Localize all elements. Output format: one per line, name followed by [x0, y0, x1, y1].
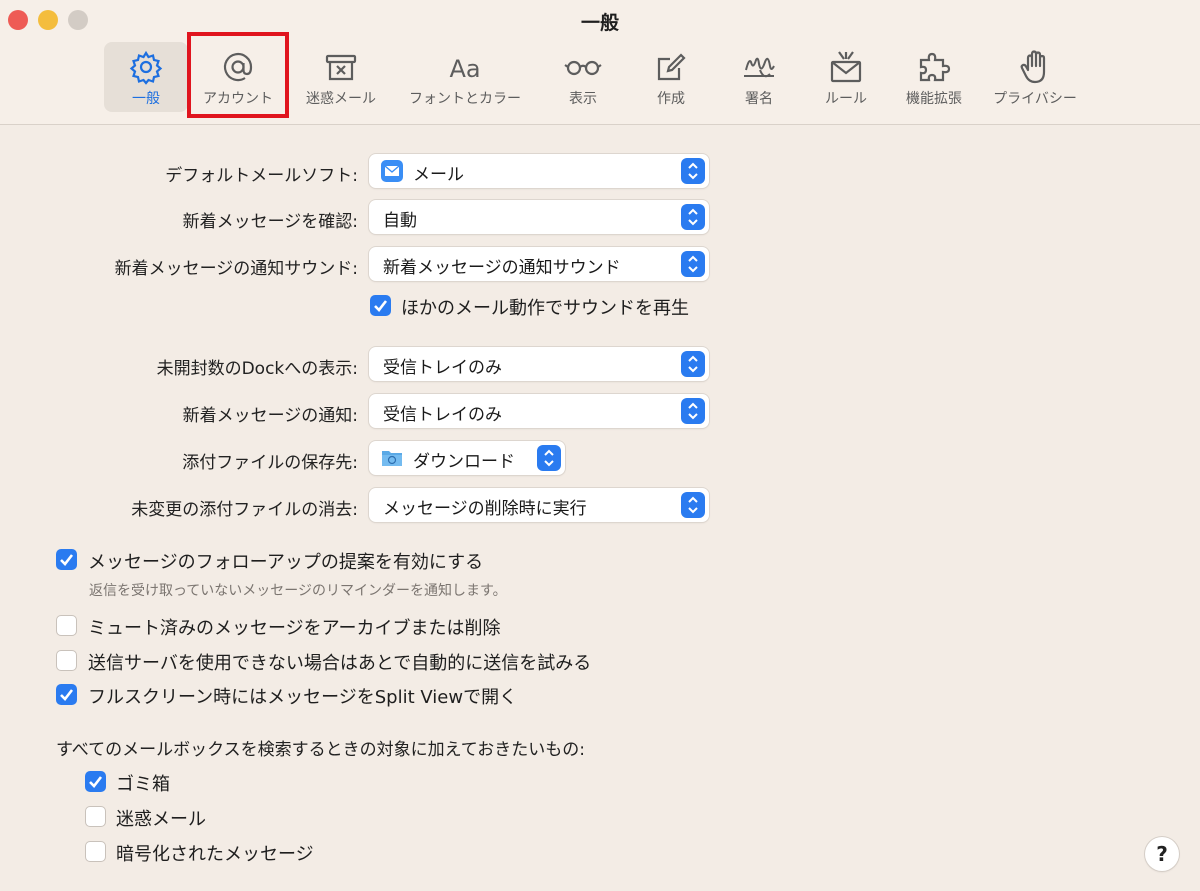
chevron-updown-icon — [681, 351, 705, 377]
help-button[interactable]: ? — [1145, 837, 1179, 871]
dock-unread-value: 受信トレイのみ — [383, 358, 502, 378]
accounts-highlight-box — [187, 32, 289, 118]
preferences-toolbar: 一般 アカウント 迷惑メール Aa フォントとカラー 表示 作成 署名 ルール … — [0, 0, 1200, 124]
search-trash-label: ゴミ箱 — [116, 774, 170, 795]
tab-privacy-label: プライバシー — [993, 91, 1077, 107]
remove-attach-value: メッセージの削除時に実行 — [383, 499, 587, 519]
mail-app-icon — [381, 160, 403, 182]
tab-fonts-colors[interactable]: Aa フォントとカラー — [396, 42, 534, 112]
new-notify-label: 新着メッセージの通知: — [182, 406, 358, 426]
tab-signatures[interactable]: 署名 — [719, 42, 799, 112]
search-junk-checkbox[interactable] — [85, 806, 106, 827]
tab-privacy[interactable]: プライバシー — [983, 42, 1087, 112]
tab-rules[interactable]: ルール — [806, 42, 886, 112]
checkmark-icon — [89, 776, 103, 788]
search-junk-label: 迷惑メール — [116, 809, 206, 830]
new-sound-row: 新着メッセージの通知サウンド: 新着メッセージの通知サウンド — [0, 247, 1200, 283]
split-view-checkbox[interactable] — [56, 684, 77, 705]
followup-description: 返信を受け取っていないメッセージのリマインダーを通知します。 — [89, 583, 507, 599]
check-new-popup[interactable]: 自動 — [369, 200, 709, 234]
chevron-updown-icon — [681, 251, 705, 277]
default-mail-label: デフォルトメールソフト: — [165, 166, 358, 186]
glasses-icon — [564, 60, 602, 76]
svg-text:Aa: Aa — [449, 55, 480, 83]
rules-envelope-icon — [830, 51, 862, 83]
chevron-updown-icon — [681, 204, 705, 230]
default-mail-row: デフォルトメールソフト: メール — [0, 154, 1200, 190]
downloads-popup[interactable]: ダウンロード — [369, 441, 565, 475]
dock-unread-row: 未開封数のDockへの表示: 受信トレイのみ — [0, 347, 1200, 383]
default-mail-popup[interactable]: メール — [369, 154, 709, 188]
remove-attach-popup[interactable]: メッセージの削除時に実行 — [369, 488, 709, 522]
new-sound-value: 新着メッセージの通知サウンド — [383, 258, 621, 278]
downloads-label: 添付ファイルの保存先: — [182, 453, 358, 473]
muted-checkbox[interactable] — [56, 615, 77, 636]
fonts-icon: Aa — [449, 55, 480, 83]
dock-unread-popup[interactable]: 受信トレイのみ — [369, 347, 709, 381]
tab-junk-mail[interactable]: 迷惑メール — [297, 42, 385, 112]
new-notify-row: 新着メッセージの通知: 受信トレイのみ — [0, 394, 1200, 430]
tab-junk-mail-label: 迷惑メール — [306, 91, 376, 107]
play-sounds-checkbox[interactable] — [370, 295, 391, 316]
search-include-heading: すべてのメールボックスを検索するときの対象に加えておきたいもの: — [56, 740, 585, 760]
chevron-updown-icon — [681, 492, 705, 518]
search-trash-checkbox[interactable] — [85, 771, 106, 792]
tab-signatures-label: 署名 — [745, 91, 773, 107]
default-mail-value: メール — [413, 165, 464, 185]
split-view-label: フルスクリーン時にはメッセージをSplit Viewで開く — [88, 687, 518, 708]
new-notify-popup[interactable]: 受信トレイのみ — [369, 394, 709, 428]
gear-icon — [129, 50, 163, 85]
search-encrypted-checkbox[interactable] — [85, 841, 106, 862]
tab-composing[interactable]: 作成 — [635, 42, 707, 112]
play-sounds-label: ほかのメール動作でサウンドを再生 — [401, 298, 689, 319]
tab-rules-label: ルール — [825, 91, 867, 107]
followup-label: メッセージのフォローアップの提案を有効にする — [88, 552, 484, 573]
search-encrypted-label: 暗号化されたメッセージ — [116, 844, 314, 865]
followup-checkbox[interactable] — [56, 549, 77, 570]
tab-viewing-label: 表示 — [569, 91, 597, 107]
tab-extensions[interactable]: 機能拡張 — [894, 42, 974, 112]
tab-extensions-label: 機能拡張 — [906, 91, 962, 107]
tab-general-label: 一般 — [132, 91, 160, 107]
checkmark-icon — [374, 300, 388, 312]
new-sound-label: 新着メッセージの通知サウンド: — [114, 259, 358, 279]
signature-icon — [744, 57, 775, 78]
check-new-label: 新着メッセージを確認: — [182, 212, 358, 232]
remove-attach-row: 未変更の添付ファイルの消去: メッセージの削除時に実行 — [0, 488, 1200, 524]
new-sound-popup[interactable]: 新着メッセージの通知サウンド — [369, 247, 709, 281]
tab-fonts-colors-label: フォントとカラー — [409, 91, 521, 107]
check-new-value: 自動 — [383, 211, 417, 231]
chevron-updown-icon — [681, 158, 705, 184]
muted-label: ミュート済みのメッセージをアーカイブまたは削除 — [88, 618, 501, 639]
puzzle-icon — [919, 52, 951, 82]
check-new-row: 新着メッセージを確認: 自動 — [0, 200, 1200, 236]
downloads-folder-icon — [382, 451, 402, 466]
tab-composing-label: 作成 — [657, 91, 685, 107]
tab-general[interactable]: 一般 — [104, 42, 188, 112]
checkmark-icon — [60, 554, 74, 566]
downloads-row: 添付ファイルの保存先: ダウンロード — [0, 441, 1200, 477]
junk-box-icon — [325, 54, 357, 81]
dock-unread-label: 未開封数のDockへの表示: — [156, 359, 358, 379]
checkmark-icon — [60, 689, 74, 701]
new-notify-value: 受信トレイのみ — [383, 405, 502, 425]
compose-icon — [657, 53, 686, 81]
retry-send-label: 送信サーバを使用できない場合はあとで自動的に送信を試みる — [88, 653, 592, 674]
retry-send-checkbox[interactable] — [56, 650, 77, 671]
chevron-updown-icon — [537, 445, 561, 471]
tab-viewing[interactable]: 表示 — [545, 42, 621, 112]
chevron-updown-icon — [681, 398, 705, 424]
downloads-value: ダウンロード — [413, 452, 515, 472]
remove-attach-label: 未変更の添付ファイルの消去: — [131, 500, 358, 520]
hand-icon — [1020, 50, 1046, 84]
